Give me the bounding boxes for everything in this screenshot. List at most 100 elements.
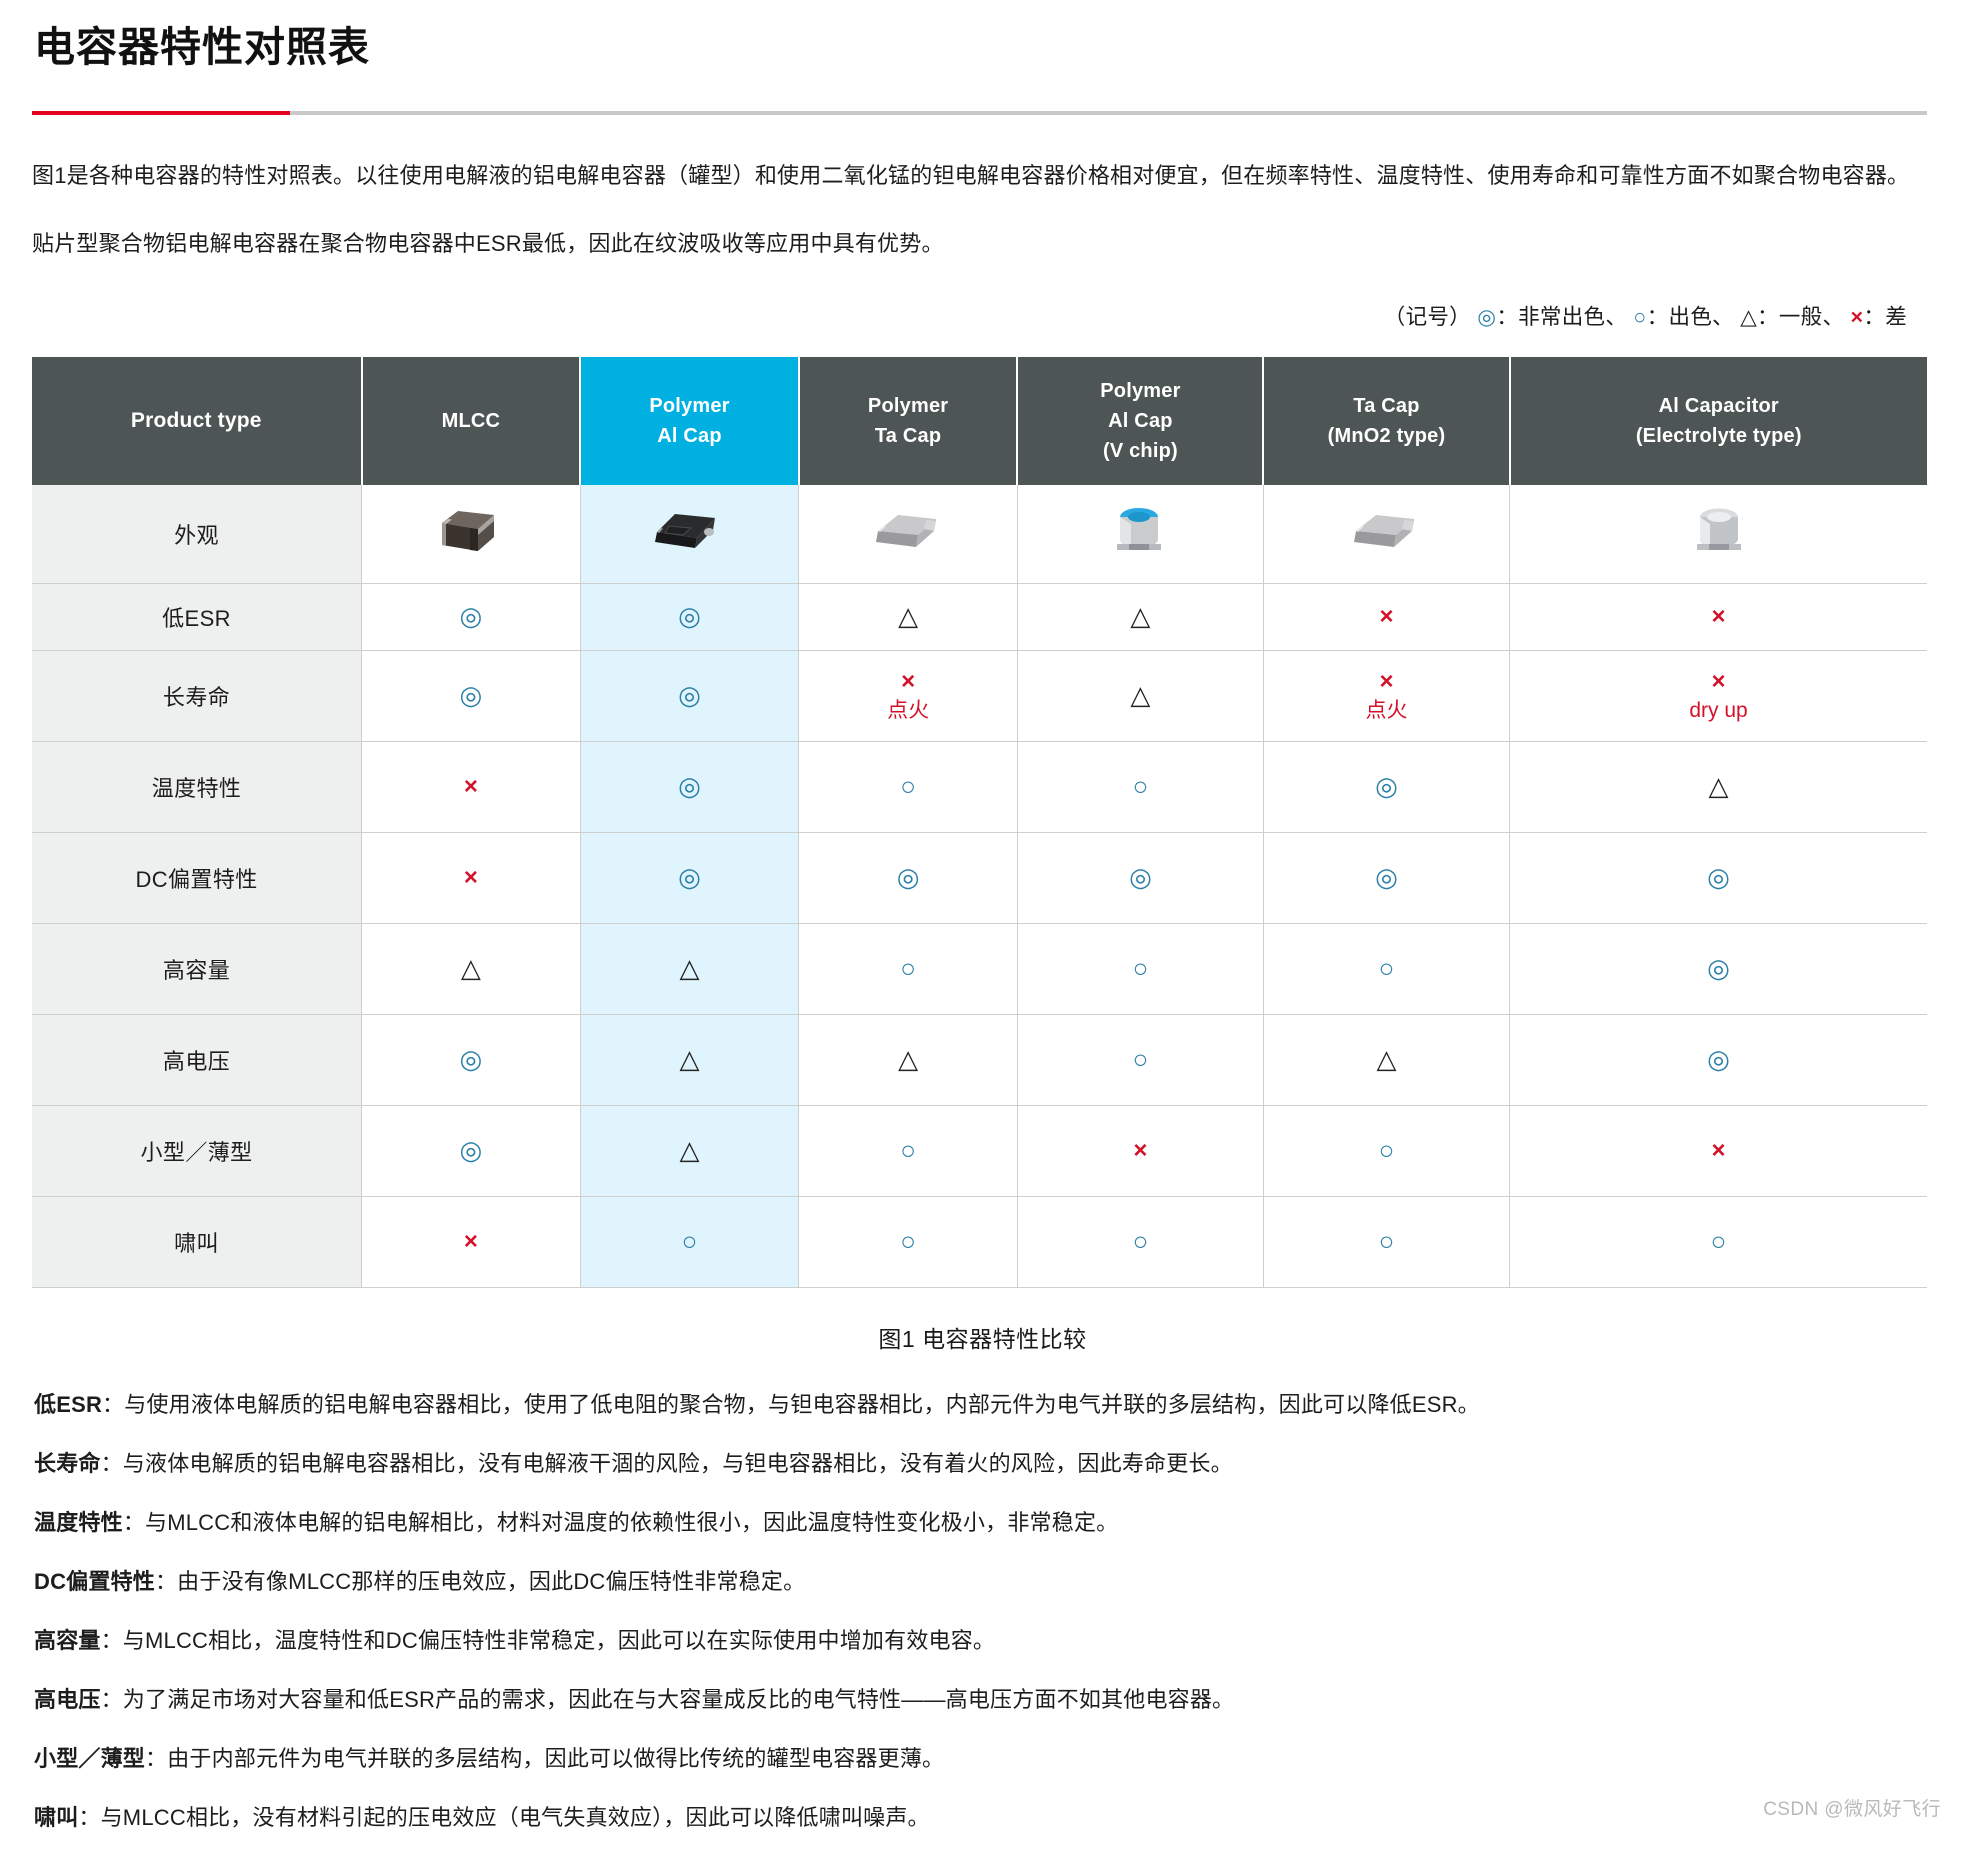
rating-symbol: ◎ <box>678 771 701 802</box>
column-header-mlcc: MLCC <box>361 357 582 486</box>
cell-squealing-al-capacitor: ○ <box>1509 1196 1927 1289</box>
cell-long-life-mlcc: ◎ <box>361 650 581 743</box>
rating-symbol: ○ <box>1132 1044 1149 1075</box>
rating-symbol: ◎ <box>459 1135 483 1166</box>
rating-symbol: ◎ <box>1707 862 1730 893</box>
cell-long-life-polymer-ta-cap: × 点火 <box>798 650 1018 743</box>
comparison-table-wrapper: Product type MLCC Polymer Al Cap Polymer… <box>32 357 1927 1289</box>
rating-symbol: ◎ <box>1707 1044 1730 1075</box>
rating-symbol: × <box>1379 603 1394 631</box>
cell-low-esr-polymer-al-cap-vchip: △ <box>1017 583 1264 652</box>
cell-temperature-ta-cap-mno2: ◎ <box>1263 741 1511 834</box>
rating-symbol: ○ <box>1378 1226 1395 1257</box>
column-header-polymer-al-cap: Polymer Al Cap <box>580 357 800 486</box>
cell-high-voltage-mlcc: ◎ <box>361 1014 581 1107</box>
footnotes-list: 低ESR：与使用液体电解质的铝电解电容器相比，使用了低电阻的聚合物，与钽电容器相… <box>34 1388 1935 1835</box>
cell-low-esr-ta-cap-mno2: × <box>1263 583 1511 652</box>
cell-high-capacitance-mlcc: △ <box>361 923 581 1016</box>
rating-symbol: ◎ <box>678 601 701 632</box>
rating-symbol: ◎ <box>1375 862 1398 893</box>
cell-high-capacitance-ta-cap-mno2: ○ <box>1263 923 1511 1016</box>
footnote-text: ：由于没有像MLCC那样的压电效应，因此DC偏压特性非常稳定。 <box>154 1569 806 1595</box>
table-row: 长寿命 ◎ ◎ × 点火 △ × 点火 × dry up <box>32 650 1927 743</box>
row-label-small-thin: 小型／薄型 <box>32 1105 363 1198</box>
rating-note: dry up <box>1689 699 1748 723</box>
cell-high-voltage-polymer-ta-cap: △ <box>798 1014 1018 1107</box>
column-header-polymer-al-cap-line1: Polymer <box>649 395 730 418</box>
footnote-dc-bias-characteristics: DC偏置特性：由于没有像MLCC那样的压电效应，因此DC偏压特性非常稳定。 <box>34 1565 1935 1599</box>
row-label-squealing: 啸叫 <box>32 1196 363 1289</box>
column-header-al-capacitor-line1: Al Capacitor <box>1658 395 1779 418</box>
footnote-small-thin: 小型／薄型：由于内部元件为电气并联的多层结构，因此可以做得比传统的罐型电容器更薄… <box>34 1742 1935 1776</box>
row-label-dc-bias-characteristics: DC偏置特性 <box>32 832 363 925</box>
footnote-text: ：与MLCC相比，没有材料引起的压电效应（电气失真效应），因此可以降低啸叫噪声。 <box>78 1805 930 1831</box>
column-header-mlcc-line1: MLCC <box>441 410 501 433</box>
row-label-high-voltage: 高电压 <box>32 1014 363 1107</box>
cell-squealing-ta-cap-mno2: ○ <box>1263 1196 1511 1289</box>
watermark: CSDN @微风好飞行 <box>1763 1799 1941 1821</box>
rating-symbol: ○ <box>900 953 916 984</box>
cell-squealing-polymer-ta-cap: ○ <box>798 1196 1018 1289</box>
cell-low-esr-polymer-al-cap: ◎ <box>580 583 800 652</box>
cell-temperature-polymer-al-cap-vchip: ○ <box>1017 741 1264 834</box>
row-label-high-capacitance: 高容量 <box>32 923 363 1016</box>
column-header-polymer-al-cap-vchip-line3: (V chip) <box>1102 440 1178 463</box>
footnote-term: 小型／薄型 <box>34 1746 146 1772</box>
rating-symbol: ○ <box>900 1226 916 1257</box>
footnote-text: ：与MLCC和液体电解的铝电解相比，材料对温度的依赖性很小，因此温度特性变化极小… <box>122 1510 1119 1536</box>
cell-long-life-ta-cap-mno2: × 点火 <box>1263 650 1511 743</box>
column-header-ta-cap-mno2-line1: Ta Cap <box>1353 395 1420 418</box>
mlcc-chip-icon <box>438 505 504 563</box>
title-divider <box>32 111 1927 116</box>
rating-symbol: × <box>1379 668 1394 696</box>
cell-small-thin-mlcc: ◎ <box>361 1105 581 1198</box>
rating-symbol: ◎ <box>459 1044 483 1075</box>
cell-appearance-ta-cap-mno2 <box>1263 485 1511 585</box>
row-label-temperature-characteristics: 温度特性 <box>32 741 363 834</box>
polymer-al-cap-chip-icon <box>650 507 728 561</box>
table-header-row: Product type MLCC Polymer Al Cap Polymer… <box>32 357 1927 486</box>
legend-excellent-icon: ◎ <box>1477 305 1497 330</box>
table-row: 高电压 ◎ △ △ ○ △ ◎ <box>32 1014 1927 1107</box>
column-header-polymer-al-cap-vchip-line2: Al Cap <box>1108 410 1173 433</box>
column-header-ta-cap-mno2-line2: (MnO2 type) <box>1327 425 1446 448</box>
cell-squealing-mlcc: × <box>361 1196 581 1289</box>
cell-appearance-polymer-al-cap <box>580 485 800 585</box>
rating-symbol: × <box>463 864 478 892</box>
cell-high-capacitance-polymer-ta-cap: ○ <box>798 923 1018 1016</box>
cell-squealing-polymer-al-cap-vchip: ○ <box>1017 1196 1264 1289</box>
cell-appearance-polymer-al-cap-vchip <box>1017 485 1264 585</box>
column-header-al-capacitor-line2: (Electrolyte type) <box>1635 425 1802 448</box>
cell-small-thin-polymer-ta-cap: ○ <box>798 1105 1018 1198</box>
row-label-long-life: 长寿命 <box>32 650 363 743</box>
cell-high-capacitance-polymer-al-cap: △ <box>580 923 800 1016</box>
rating-symbol: ○ <box>900 771 916 802</box>
rating-symbol: ○ <box>1132 1226 1149 1257</box>
cell-temperature-polymer-al-cap: ◎ <box>580 741 800 834</box>
cell-appearance-mlcc <box>361 485 581 585</box>
title-divider-accent <box>32 111 290 116</box>
intro-paragraph-2: 贴片型聚合物铝电解电容器在聚合物电容器中ESR最低，因此在纹波吸收等应用中具有优… <box>32 231 944 257</box>
cell-high-voltage-al-capacitor: ◎ <box>1509 1014 1927 1107</box>
rating-note: 点火 <box>1365 699 1408 723</box>
rating-symbol: △ <box>898 601 919 632</box>
document-page: 电容器特性对照表 图1是各种电容器的特性对照表。以往使用电解液的铝电解电容器（罐… <box>0 22 1965 1835</box>
page-title: 电容器特性对照表 <box>34 24 370 70</box>
cell-small-thin-polymer-al-cap-vchip: × <box>1017 1105 1264 1198</box>
table-row: DC偏置特性 × ◎ ◎ ◎ ◎ ◎ <box>32 832 1927 925</box>
cell-dc-bias-polymer-al-cap: ◎ <box>580 832 800 925</box>
rating-symbol: × <box>1711 603 1726 631</box>
legend-good-icon: ○ <box>1633 305 1647 330</box>
cell-dc-bias-al-capacitor: ◎ <box>1509 832 1927 925</box>
rating-symbol: ◎ <box>1375 771 1398 802</box>
cell-high-voltage-polymer-al-cap-vchip: ○ <box>1017 1014 1264 1107</box>
table-row: 低ESR ◎ ◎ △ △ × × <box>32 583 1927 652</box>
rating-symbol: ◎ <box>459 601 483 632</box>
footnote-text: ：与MLCC相比，温度特性和DC偏压特性非常稳定，因此可以在实际使用中增加有效电… <box>100 1628 996 1654</box>
cell-high-voltage-polymer-al-cap: △ <box>580 1014 800 1107</box>
cell-high-voltage-ta-cap-mno2: △ <box>1263 1014 1511 1107</box>
capacitor-comparison-table: Product type MLCC Polymer Al Cap Polymer… <box>32 357 1927 1289</box>
table-row: 高容量 △ △ ○ ○ ○ ◎ <box>32 923 1927 1016</box>
cell-high-capacitance-polymer-al-cap-vchip: ○ <box>1017 923 1264 1016</box>
rating-symbol: ○ <box>1710 1226 1727 1257</box>
